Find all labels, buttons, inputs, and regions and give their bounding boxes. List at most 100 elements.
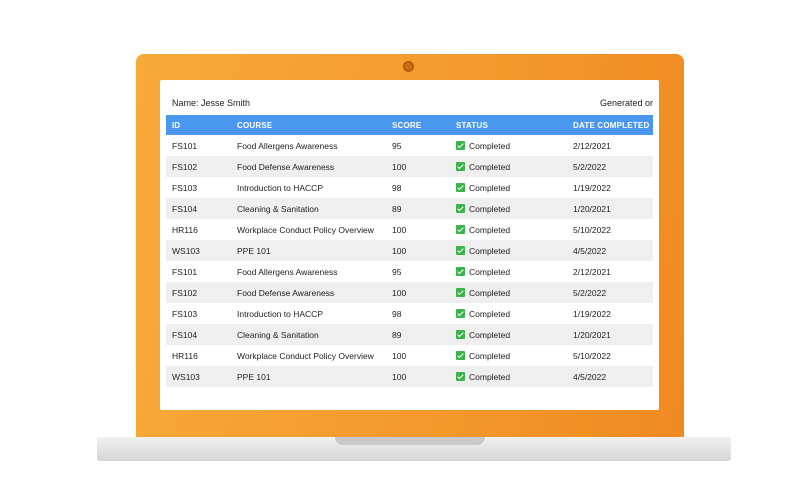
cell-id-text: FS102 <box>172 287 198 298</box>
cell-id-text: HR116 <box>172 350 198 361</box>
cell-status: Completed <box>450 261 567 282</box>
table-row: FS104 Cleaning & Sanitation 89 Completed 1/2… <box>166 324 653 345</box>
check-icon <box>456 140 465 150</box>
cell-score-text: 89 <box>392 329 402 340</box>
column-header-status[interactable]: STATUS <box>450 115 567 135</box>
cell-id: FS103 <box>166 177 231 198</box>
cell-score-text: 100 <box>392 161 407 172</box>
cell-status: Completed <box>450 198 567 219</box>
cell-date-completed: 5/10/2022 <box>567 219 653 240</box>
cell-id-text: WS103 <box>172 245 200 256</box>
cell-date-completed: 1/20/2021 <box>567 324 653 345</box>
cell-status: Completed <box>450 156 567 177</box>
check-icon <box>456 287 465 297</box>
cell-id-text: FS103 <box>172 308 198 319</box>
cell-score-text: 100 <box>392 350 407 361</box>
table-row: FS101 Food Allergens Awareness 95 Completed… <box>166 261 653 282</box>
cell-date-completed-text: 1/19/2022 <box>573 308 611 319</box>
table-row: HR116 Workplace Conduct Policy Overview 10… <box>166 219 653 240</box>
cell-course-text: Food Defense Awareness <box>237 287 335 298</box>
cell-course-text: Food Allergens Awareness <box>237 140 338 151</box>
cell-status: Completed <box>450 219 567 240</box>
cell-score: 95 <box>386 135 450 156</box>
cell-date-completed: 5/10/2022 <box>567 345 653 366</box>
cell-status-text: Completed <box>469 245 511 256</box>
check-icon <box>456 350 465 360</box>
cell-course: Cleaning & Sanitation <box>231 324 386 345</box>
cell-status: Completed <box>450 366 567 387</box>
cell-id: HR116 <box>166 345 231 366</box>
cell-id: WS103 <box>166 366 231 387</box>
cell-course-text: PPE 101 <box>237 371 271 382</box>
table-header-row: ID COURSE SCORE STATUS DATE COMPLETED <box>166 115 653 135</box>
column-header-score[interactable]: SCORE <box>386 115 450 135</box>
cell-date-completed: 2/12/2021 <box>567 135 653 156</box>
cell-score: 98 <box>386 303 450 324</box>
cell-status-text: Completed <box>469 308 511 319</box>
check-icon <box>456 266 465 276</box>
table-row: WS103 PPE 101 100 Completed 4/5/2022 <box>166 366 653 387</box>
table-row: FS102 Food Defense Awareness 100 Completed 5… <box>166 282 653 303</box>
cell-date-completed-text: 1/20/2021 <box>573 203 611 214</box>
check-icon <box>456 182 465 192</box>
cell-status-text: Completed <box>469 203 511 214</box>
cell-id: FS104 <box>166 324 231 345</box>
cell-date-completed-text: 1/20/2021 <box>573 329 611 340</box>
cell-course-text: Introduction to HACCP <box>237 308 323 319</box>
cell-status-text: Completed <box>469 161 511 172</box>
cell-course: PPE 101 <box>231 366 386 387</box>
cell-status-text: Completed <box>469 287 511 298</box>
cell-score: 100 <box>386 366 450 387</box>
user-name-label: Name: Jesse Smith <box>172 98 251 108</box>
cell-course-text: Workplace Conduct Policy Overview <box>237 350 374 361</box>
table-row: HR116 Workplace Conduct Policy Overview 10… <box>166 345 653 366</box>
cell-date-completed: 4/5/2022 <box>567 240 653 261</box>
cell-id-text: FS101 <box>172 140 198 151</box>
cell-status: Completed <box>450 345 567 366</box>
cell-id-text: FS104 <box>172 203 198 214</box>
cell-course: Food Defense Awareness <box>231 282 386 303</box>
cell-status: Completed <box>450 324 567 345</box>
cell-date-completed-text: 2/12/2021 <box>573 266 611 277</box>
table-row: WS103 PPE 101 100 Completed 4/5/2022 <box>166 240 653 261</box>
cell-id: FS102 <box>166 282 231 303</box>
report-screen: Name: Jesse Smith Generated or ID COURSE… <box>160 80 659 410</box>
cell-id-text: FS101 <box>172 266 198 277</box>
cell-score-text: 95 <box>392 140 402 151</box>
cell-date-completed: 1/20/2021 <box>567 198 653 219</box>
cell-id-text: FS102 <box>172 161 198 172</box>
cell-course: PPE 101 <box>231 240 386 261</box>
cell-status: Completed <box>450 282 567 303</box>
table-row: FS104 Cleaning & Sanitation 89 Completed 1/2… <box>166 198 653 219</box>
cell-status: Completed <box>450 303 567 324</box>
cell-course: Workplace Conduct Policy Overview <box>231 345 386 366</box>
column-header-id[interactable]: ID <box>166 115 231 135</box>
check-icon <box>456 245 465 255</box>
cell-date-completed: 2/12/2021 <box>567 261 653 282</box>
check-icon <box>456 224 465 234</box>
cell-id: FS101 <box>166 261 231 282</box>
cell-score-text: 100 <box>392 245 407 256</box>
cell-score-text: 95 <box>392 266 402 277</box>
cell-date-completed-text: 1/19/2022 <box>573 182 611 193</box>
cell-id: FS102 <box>166 156 231 177</box>
cell-course: Introduction to HACCP <box>231 177 386 198</box>
cell-date-completed-text: 5/2/2022 <box>573 287 607 298</box>
cell-id-text: WS103 <box>172 371 200 382</box>
cell-date-completed-text: 5/10/2022 <box>573 350 611 361</box>
check-icon <box>456 308 465 318</box>
cell-score: 98 <box>386 177 450 198</box>
cell-date-completed: 4/5/2022 <box>567 366 653 387</box>
cell-date-completed: 5/2/2022 <box>567 282 653 303</box>
check-icon <box>456 161 465 171</box>
cell-score: 100 <box>386 345 450 366</box>
table-body: FS101 Food Allergens Awareness 95 Completed… <box>166 135 653 387</box>
cell-status: Completed <box>450 240 567 261</box>
cell-date-completed-text: 2/12/2021 <box>573 140 611 151</box>
cell-course: Food Defense Awareness <box>231 156 386 177</box>
cell-id: FS103 <box>166 303 231 324</box>
column-header-course[interactable]: COURSE <box>231 115 386 135</box>
column-header-date-completed[interactable]: DATE COMPLETED <box>567 115 653 135</box>
cell-date-completed: 1/19/2022 <box>567 303 653 324</box>
cell-course-text: Cleaning & Sanitation <box>237 203 319 214</box>
